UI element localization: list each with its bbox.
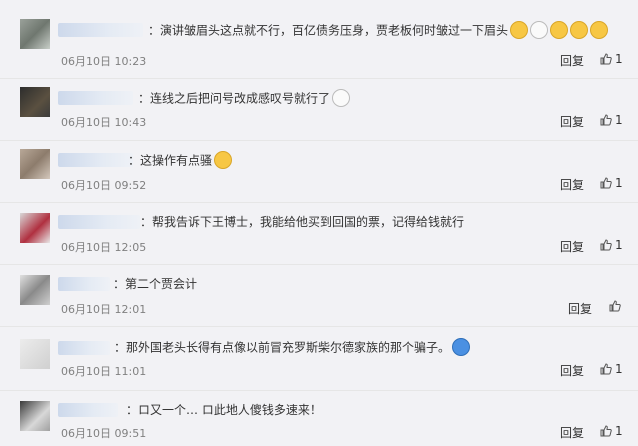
avatar[interactable]	[20, 87, 50, 117]
thumbs-up-icon	[609, 300, 621, 312]
comment-item: ：连线之后把问号改成感叹号就行了 06月10日 10:43 回复 1	[0, 78, 638, 141]
timestamp: 06月10日 11:01	[61, 365, 147, 378]
like-button[interactable]	[609, 300, 621, 312]
reply-button[interactable]: 回复	[560, 52, 584, 69]
avatar[interactable]	[20, 401, 50, 431]
like-count: 1	[615, 424, 623, 438]
thumbs-up-icon	[600, 114, 612, 126]
username[interactable]	[58, 91, 133, 105]
glasses-emoji-icon	[530, 21, 549, 39]
avatar[interactable]	[20, 149, 50, 179]
username[interactable]	[58, 341, 110, 355]
reply-button[interactable]: 回复	[560, 238, 584, 255]
cat-emoji-icon	[570, 21, 589, 39]
comment-item: ：帮我告诉下王博士，我能给他买到回国的票，记得给钱就行 06月10日 12:05…	[0, 202, 638, 265]
timestamp: 06月10日 09:52	[61, 179, 147, 192]
reply-button[interactable]: 回复	[568, 300, 592, 317]
timestamp: 06月10日 10:23	[61, 55, 147, 68]
comment-item: ：第二个贾会计 06月10日 12:01 回复	[0, 264, 638, 327]
avatar[interactable]	[20, 275, 50, 305]
comment-item: ：那外国老头长得有点像以前冒充罗斯柴尔德家族的那个骗子。 06月10日 11:0…	[0, 326, 638, 389]
timestamp: 06月10日 09:51	[61, 427, 147, 440]
thumbs-up-icon	[600, 363, 612, 375]
thumbs-up-icon	[600, 425, 612, 437]
username[interactable]	[58, 23, 143, 37]
reply-button[interactable]: 回复	[560, 362, 584, 379]
cat-emoji-icon	[590, 21, 609, 39]
comment-text: ：第二个贾会计	[113, 277, 198, 291]
avatar[interactable]	[20, 213, 50, 243]
like-count: 1	[615, 52, 623, 66]
comment-text: ：演讲皱眉头这点就不行，百亿债务压身，贾老板何时皱过一下眉头	[148, 21, 609, 40]
avatar[interactable]	[20, 19, 50, 49]
reply-button[interactable]: 回复	[560, 424, 584, 441]
thumbs-up-icon	[600, 239, 612, 251]
cat-emoji-icon	[550, 21, 569, 39]
like-count: 1	[615, 176, 623, 190]
like-button[interactable]: 1	[600, 424, 623, 438]
comment-text: ：连线之后把问号改成感叹号就行了	[138, 89, 351, 108]
timestamp: 06月10日 12:05	[61, 241, 147, 254]
like-button[interactable]: 1	[600, 238, 623, 252]
reply-button[interactable]: 回复	[560, 176, 584, 193]
username[interactable]	[58, 215, 140, 229]
comment-text: ：帮我告诉下王博士，我能给他买到回国的票，记得给钱就行	[140, 215, 465, 229]
avatar[interactable]	[20, 339, 50, 369]
comment-item: ：演讲皱眉头这点就不行，百亿债务压身，贾老板何时皱过一下眉头 06月10日 10…	[0, 0, 638, 68]
like-count: 1	[615, 362, 623, 376]
thumbs-up-icon	[600, 177, 612, 189]
comment-text: ：这操作有点骚	[128, 151, 233, 170]
comment-item: ：这操作有点骚 06月10日 09:52 回复 1	[0, 140, 638, 203]
username[interactable]	[58, 277, 110, 291]
like-button[interactable]: 1	[600, 113, 623, 127]
username[interactable]	[58, 403, 118, 417]
like-count: 1	[615, 113, 623, 127]
comment-text: ：那外国老头长得有点像以前冒充罗斯柴尔德家族的那个骗子。	[114, 338, 471, 357]
like-button[interactable]: 1	[600, 52, 623, 66]
timestamp: 06月10日 10:43	[61, 116, 147, 129]
smirk-emoji-icon	[214, 151, 233, 169]
thumbs-up-icon	[600, 53, 612, 65]
comment-text: ：ロ又一个… ロ此地人傻钱多速来！	[126, 403, 322, 417]
like-count: 1	[615, 238, 623, 252]
comment-item: ：ロ又一个… ロ此地人傻钱多速来！ 06月10日 09:51 回复 1	[0, 390, 638, 446]
username[interactable]	[58, 153, 133, 167]
laugh-emoji-icon	[510, 21, 529, 39]
like-button[interactable]: 1	[600, 176, 623, 190]
like-button[interactable]: 1	[600, 362, 623, 376]
timestamp: 06月10日 12:01	[61, 303, 147, 316]
laugh-emoji-icon	[452, 338, 471, 356]
reply-button[interactable]: 回复	[560, 113, 584, 130]
scared-emoji-icon	[332, 89, 351, 107]
